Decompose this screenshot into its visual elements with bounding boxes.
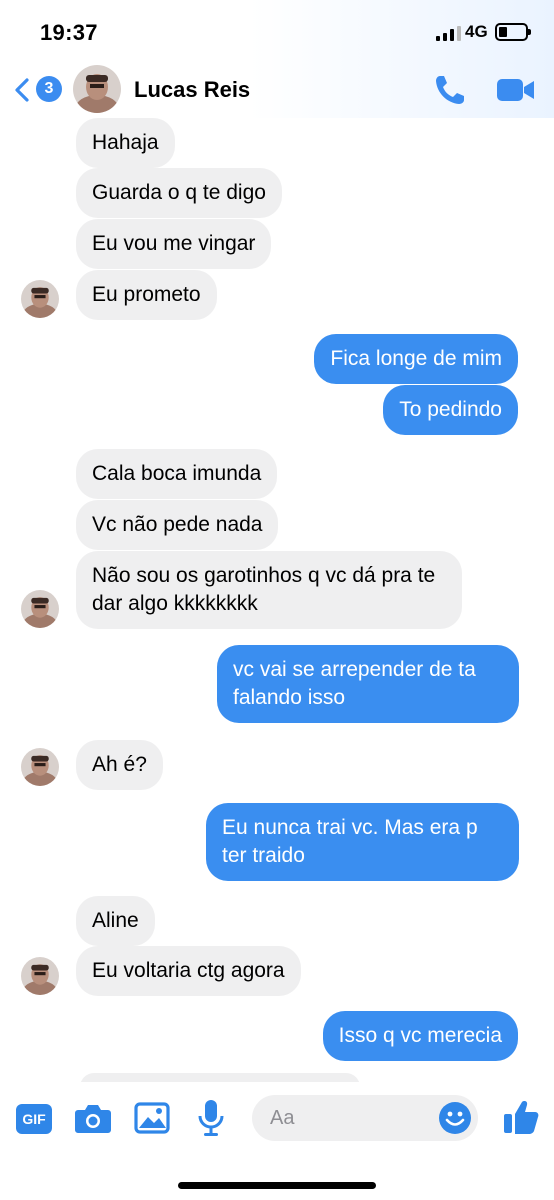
thumbs-up-icon	[504, 1101, 539, 1134]
contact-avatar-small	[21, 280, 59, 318]
chevron-left-icon	[15, 78, 29, 102]
message-bubble-incoming[interactable]: Não sou os garotinhos q vc dá pra te dar…	[76, 551, 462, 629]
message-bubble-incoming[interactable]: Ah é?	[76, 740, 163, 790]
network-type: 4G	[465, 22, 488, 41]
emoji-icon	[439, 1102, 471, 1134]
message-bubble-incoming[interactable]: Aline	[76, 896, 155, 946]
message-bubble-outgoing[interactable]: To pedindo	[383, 385, 518, 435]
phone-icon	[436, 76, 464, 104]
message-bubble-incoming[interactable]: Hahaja	[76, 118, 175, 168]
gallery-button[interactable]	[134, 1101, 170, 1140]
contact-avatar-small	[21, 590, 59, 628]
contact-avatar[interactable]	[73, 65, 121, 113]
status-bar: 19:37 4G	[0, 0, 554, 62]
battery-icon	[495, 23, 531, 41]
contact-avatar-small	[21, 957, 59, 995]
camera-button[interactable]	[74, 1101, 112, 1140]
message-bubble-outgoing[interactable]: Eu nunca trai vc. Mas era p ter traido	[206, 803, 519, 881]
message-bubble-outgoing[interactable]: Isso q vc merecia	[322, 1011, 518, 1061]
microphone-icon	[198, 1100, 224, 1136]
voice-message-button[interactable]	[197, 1099, 225, 1142]
contact-avatar-small	[21, 748, 59, 786]
conversation-header: 3 Lucas Reis	[0, 62, 554, 118]
signal-icon	[436, 25, 461, 41]
video-camera-icon	[497, 79, 534, 101]
unread-count-badge: 3	[36, 76, 62, 102]
home-indicator	[178, 1182, 376, 1189]
emoji-button[interactable]	[438, 1101, 472, 1135]
message-bubble-outgoing[interactable]: Fica longe de mim	[314, 334, 518, 384]
video-call-button[interactable]	[496, 74, 536, 106]
like-button[interactable]	[502, 1098, 540, 1136]
message-bubble-incoming[interactable]: Eu prometo	[76, 270, 217, 320]
gif-button[interactable]: GIF	[16, 1104, 52, 1134]
back-button[interactable]: 3	[14, 74, 62, 106]
message-bubble-incoming[interactable]: Vc não pede nada	[76, 500, 279, 550]
message-input-wrapper	[252, 1095, 478, 1141]
message-bubble-outgoing[interactable]: vc vai se arrepender de ta falando isso	[217, 645, 519, 723]
message-input[interactable]	[270, 1095, 420, 1141]
message-bubble-incoming[interactable]: Cala boca imunda	[76, 449, 278, 499]
status-time: 19:37	[40, 20, 98, 45]
message-bubble-incoming[interactable]: Eu vou me vingar	[76, 219, 272, 269]
message-bubble-incoming[interactable]: Guarda o q te digo	[76, 168, 282, 218]
message-bubble-incoming[interactable]: Eu voltaria ctg agora	[76, 946, 301, 996]
contact-name[interactable]: Lucas Reis	[134, 77, 250, 103]
camera-icon	[75, 1105, 111, 1133]
image-icon	[134, 1102, 170, 1134]
call-button[interactable]	[432, 72, 468, 108]
